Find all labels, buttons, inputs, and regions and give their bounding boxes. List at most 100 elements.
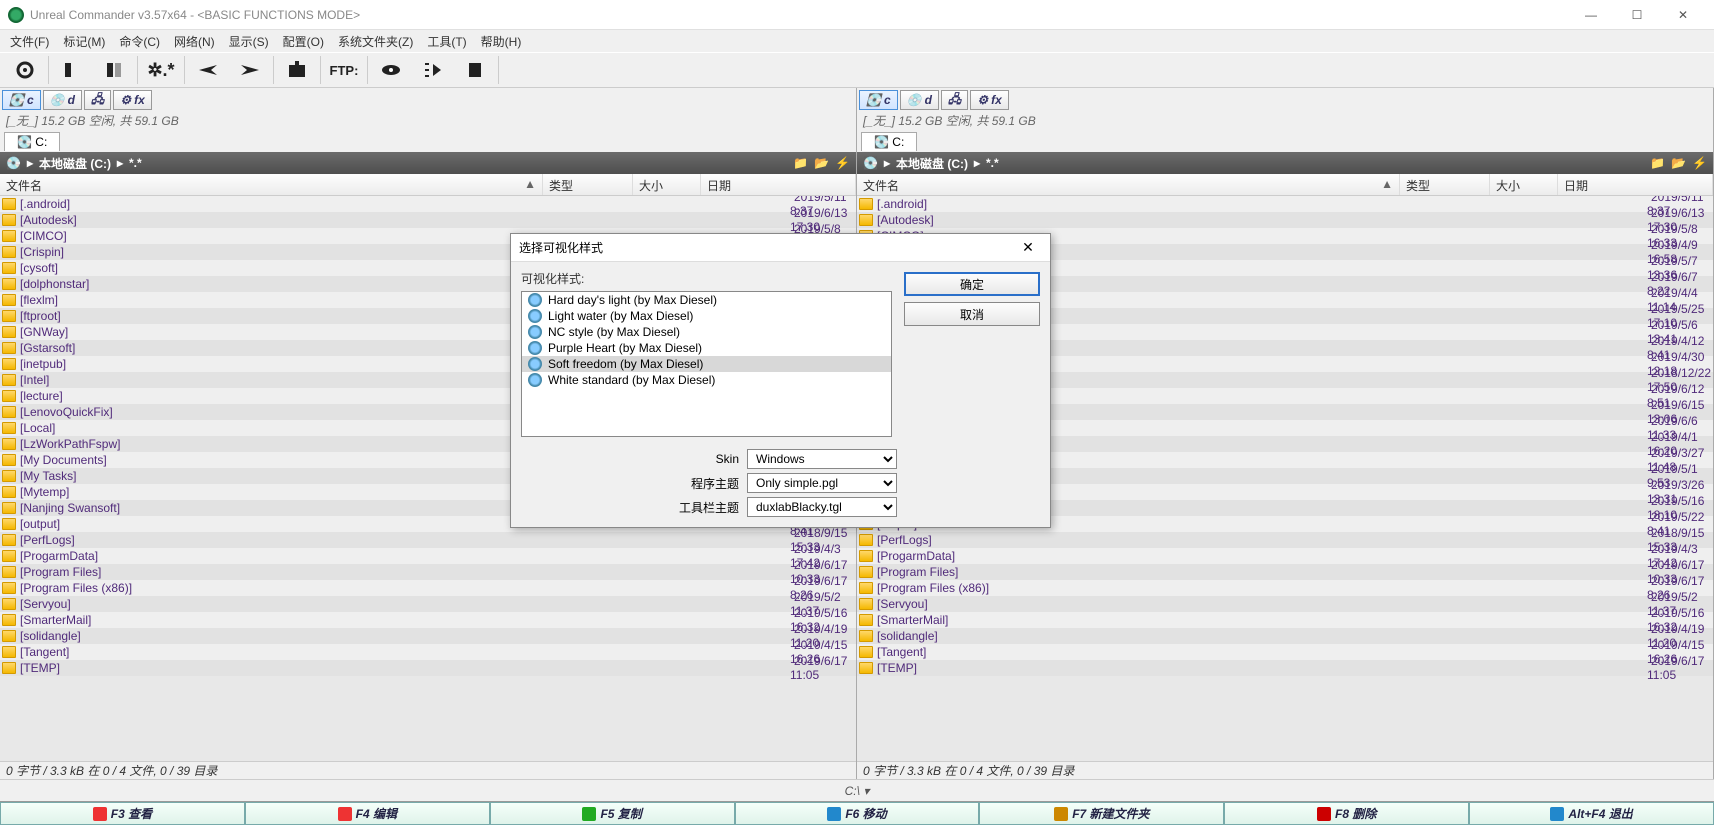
fkey-f3[interactable]: F3 查看 (0, 802, 245, 825)
bc-icon-2[interactable]: 📂 (1671, 156, 1686, 170)
style-option[interactable]: Light water (by Max Diesel) (522, 308, 891, 324)
close-button[interactable]: ✕ (1660, 0, 1706, 30)
tool-panel1-icon[interactable] (51, 54, 93, 86)
fkey-f4[interactable]: F4 编辑 (245, 802, 490, 825)
tool-archive-icon[interactable] (276, 54, 318, 86)
toolbar-theme-select[interactable]: duxlabBlacky.tgl (747, 497, 897, 517)
style-option[interactable]: Soft freedom (by Max Diesel) (522, 356, 891, 372)
titlebar: Unreal Commander v3.57x64 - <BASIC FUNCT… (0, 0, 1714, 30)
tool-ftp-button[interactable]: FTP: (323, 54, 365, 86)
menu-item[interactable]: 工具(T) (421, 31, 472, 52)
menu-item[interactable]: 命令(C) (113, 31, 166, 52)
tool-back-icon[interactable] (187, 54, 229, 86)
theme-select[interactable]: Only simple.pgl (747, 473, 897, 493)
command-line[interactable]: C:\ ▾ (0, 779, 1714, 801)
file-row[interactable]: [PerfLogs]2018/9/15 15:33 (857, 532, 1713, 548)
bc-icon-1[interactable]: 📁 (1650, 156, 1665, 170)
tool-refresh-icon[interactable] (4, 54, 46, 86)
file-row[interactable]: [ProgarmData]2019/4/3 17:42 (0, 548, 856, 564)
file-row[interactable]: [TEMP]2019/6/17 11:05 (0, 660, 856, 676)
col-size[interactable]: 大小 (633, 174, 701, 195)
drive-fx-button[interactable]: ⚙ fx (970, 90, 1008, 110)
style-option[interactable]: Hard day's light (by Max Diesel) (522, 292, 891, 308)
breadcrumb-bar[interactable]: 💽▸本地磁盘 (C:)▸*.*📁📂⚡ (857, 152, 1713, 174)
minimize-button[interactable]: — (1568, 0, 1614, 30)
breadcrumb-filter[interactable]: *.* (986, 156, 999, 170)
bc-icon-3[interactable]: ⚡ (835, 156, 850, 170)
file-row[interactable]: [Program Files]2019/6/17 10:33 (857, 564, 1713, 580)
col-ext[interactable]: 类型 (543, 174, 633, 195)
file-row[interactable]: [TEMP]2019/6/17 11:05 (857, 660, 1713, 676)
ok-button[interactable]: 确定 (904, 272, 1040, 296)
menu-item[interactable]: 系统文件夹(Z) (332, 31, 419, 52)
drive-fx-button[interactable]: ⚙ fx (113, 90, 151, 110)
menu-item[interactable]: 网络(N) (168, 31, 221, 52)
tool-panel2-icon[interactable] (93, 54, 135, 86)
file-row[interactable]: [SmarterMail]2019/5/16 16:32 (857, 612, 1713, 628)
col-size[interactable]: 大小 (1490, 174, 1558, 195)
col-date[interactable]: 日期 (1558, 174, 1713, 195)
menu-item[interactable]: 配置(O) (277, 31, 330, 52)
file-row[interactable]: [SmarterMail]2019/5/16 16:32 (0, 612, 856, 628)
col-name[interactable]: 文件名 ▲ (0, 174, 543, 195)
tool-filter-icon[interactable]: ✲.* (140, 54, 182, 86)
skin-select[interactable]: Windows (747, 449, 897, 469)
column-headers: 文件名 ▲类型大小日期 (857, 174, 1713, 196)
menu-item[interactable]: 标记(M) (57, 31, 111, 52)
breadcrumb-bar[interactable]: 💽▸本地磁盘 (C:)▸*.*📁📂⚡ (0, 152, 856, 174)
drive-d-button[interactable]: 💿 d (43, 90, 82, 110)
fkey-f5[interactable]: F5 复制 (490, 802, 735, 825)
path-tab[interactable]: 💽 C: (4, 132, 60, 151)
drive-network-button[interactable]: 🖧 (941, 90, 968, 110)
folder-icon (2, 454, 16, 466)
file-row[interactable]: [Tangent]2019/4/15 16:26 (857, 644, 1713, 660)
drive-c-button[interactable]: 💽 c (2, 90, 41, 110)
drive-c-button[interactable]: 💽 c (859, 90, 898, 110)
maximize-button[interactable]: ☐ (1614, 0, 1660, 30)
bc-icon-2[interactable]: 📂 (814, 156, 829, 170)
col-name[interactable]: 文件名 ▲ (857, 174, 1400, 195)
file-row[interactable]: [solidangle]2019/4/19 11:20 (857, 628, 1713, 644)
col-ext[interactable]: 类型 (1400, 174, 1490, 195)
bc-icon-1[interactable]: 📁 (793, 156, 808, 170)
fkey-f6[interactable]: F6 移动 (735, 802, 980, 825)
dialog-close-button[interactable]: ✕ (1014, 239, 1042, 256)
drive-d-button[interactable]: 💿 d (900, 90, 939, 110)
fkey-f8[interactable]: F8 删除 (1224, 802, 1469, 825)
file-row[interactable]: [Servyou]2019/5/2 11:37 (0, 596, 856, 612)
styles-listbox[interactable]: Hard day's light (by Max Diesel)Light wa… (521, 291, 892, 437)
file-row[interactable]: [.android]2019/5/11 8:37 (857, 196, 1713, 212)
tool-eye-icon[interactable] (370, 54, 412, 86)
file-row[interactable]: [.android]2019/5/11 8:37 (0, 196, 856, 212)
style-option[interactable]: Purple Heart (by Max Diesel) (522, 340, 891, 356)
fkey-f7[interactable]: F7 新建文件夹 (979, 802, 1224, 825)
fkey-alt+f4[interactable]: Alt+F4 退出 (1469, 802, 1714, 825)
menu-item[interactable]: 文件(F) (4, 31, 55, 52)
file-row[interactable]: [Autodesk]2019/6/13 17:30 (0, 212, 856, 228)
file-row[interactable]: [Servyou]2019/5/2 11:37 (857, 596, 1713, 612)
file-row[interactable]: [solidangle]2019/4/19 11:20 (0, 628, 856, 644)
file-row[interactable]: [Program Files]2019/6/17 10:33 (0, 564, 856, 580)
breadcrumb-disk[interactable]: 本地磁盘 (C:) (39, 155, 111, 172)
file-row[interactable]: [Autodesk]2019/6/13 17:30 (857, 212, 1713, 228)
tool-flag-icon[interactable] (454, 54, 496, 86)
file-row[interactable]: [ProgarmData]2019/4/3 17:42 (857, 548, 1713, 564)
tool-list-icon[interactable] (412, 54, 454, 86)
tool-forward-icon[interactable] (229, 54, 271, 86)
menu-item[interactable]: 帮助(H) (475, 31, 528, 52)
file-row[interactable]: [Program Files (x86)]2019/6/17 8:26 (857, 580, 1713, 596)
file-row[interactable]: [Program Files (x86)]2019/6/17 8:26 (0, 580, 856, 596)
cancel-button[interactable]: 取消 (904, 302, 1040, 326)
breadcrumb-filter[interactable]: *.* (129, 156, 142, 170)
folder-icon (859, 566, 873, 578)
path-tab[interactable]: 💽 C: (861, 132, 917, 151)
style-option[interactable]: NC style (by Max Diesel) (522, 324, 891, 340)
breadcrumb-disk[interactable]: 本地磁盘 (C:) (896, 155, 968, 172)
col-date[interactable]: 日期 (701, 174, 856, 195)
drive-network-button[interactable]: 🖧 (84, 90, 111, 110)
file-row[interactable]: [Tangent]2019/4/15 16:26 (0, 644, 856, 660)
file-row[interactable]: [PerfLogs]2018/9/15 15:33 (0, 532, 856, 548)
style-option[interactable]: White standard (by Max Diesel) (522, 372, 891, 388)
menu-item[interactable]: 显示(S) (223, 31, 275, 52)
bc-icon-3[interactable]: ⚡ (1692, 156, 1707, 170)
